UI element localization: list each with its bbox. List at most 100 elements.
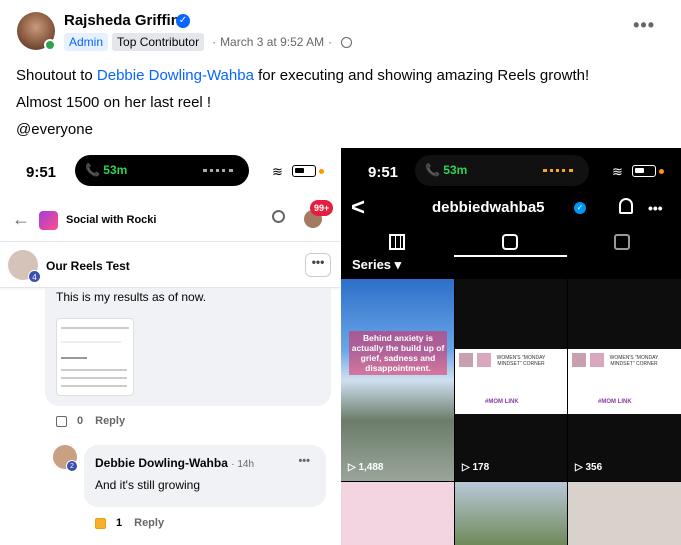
flyer-photo	[459, 353, 473, 367]
reel-tile[interactable]	[341, 482, 454, 545]
grid-tab-icon[interactable]	[389, 234, 405, 250]
flyer-photo	[572, 353, 586, 367]
wifi-icon: ≋	[272, 164, 283, 179]
reel-view-count: ▷ 178	[462, 462, 490, 473]
dynamic-island: 📞 53m	[415, 155, 589, 186]
post-line-1: Shoutout to Debbie Dowling-Wahba for exe…	[16, 62, 589, 89]
status-time: 9:51	[26, 164, 57, 181]
reply-bubble: Debbie Dowling-Wahba · 14h ••• And it's …	[84, 445, 326, 507]
results-thumbnail[interactable]	[56, 318, 134, 396]
post-line-1-suffix: for executing and showing amazing Reels …	[253, 67, 590, 84]
comment-like-count: 0	[77, 415, 84, 427]
mic-indicator-icon	[659, 169, 664, 174]
status-time: 9:51	[368, 164, 399, 181]
reel-tile[interactable]	[455, 482, 567, 545]
profile-username: debbiedwahba5	[432, 199, 545, 216]
group-name[interactable]: Social with Rocki	[66, 214, 156, 226]
bell-icon[interactable]	[619, 198, 633, 214]
call-time: 53m	[443, 163, 468, 177]
right-screenshot[interactable]: 9:51 📞 53m ≋ < debbiedwahba5 ✓ ••• Serie…	[341, 148, 681, 545]
thumbnail-line	[61, 385, 127, 387]
reel-tile[interactable]: Behind anxiety is actually the build up …	[341, 279, 454, 481]
battery-icon	[292, 165, 316, 177]
thumbnail-line	[61, 327, 129, 329]
admin-badge: Admin	[64, 33, 109, 51]
post-body: Shoutout to Debbie Dowling-Wahba for exe…	[16, 62, 589, 143]
back-arrow-icon[interactable]: <	[351, 194, 365, 222]
reel-tile[interactable]: WOMEN'S "MONDAY MINDSET" CORNER #MOM LIN…	[568, 279, 681, 481]
group-icon	[39, 211, 58, 230]
thumbnail-line	[61, 341, 121, 343]
reply-author[interactable]: Debbie Dowling-Wahba	[95, 456, 228, 470]
reel-tile[interactable]: WOMEN'S "MONDAY MINDSET" CORNER #MOM LIN…	[455, 279, 567, 481]
flyer-logo: #MOM LINK	[598, 399, 632, 405]
verified-badge-icon: ✓	[574, 202, 586, 214]
post-header: Rajsheda Griffin ✓ Admin Top Contributor…	[0, 0, 681, 56]
reply-text: And it's still growing	[95, 478, 200, 492]
mic-indicator-icon	[319, 169, 324, 174]
like-thumb-icon[interactable]	[56, 415, 67, 427]
thumbnail-line	[61, 357, 87, 359]
active-tab-indicator	[454, 255, 567, 257]
flyer-graphic: WOMEN'S "MONDAY MINDSET" CORNER #MOM LIN…	[455, 349, 567, 414]
reply-more-button[interactable]: •••	[298, 455, 310, 467]
thread-avatar-badge: 4	[28, 270, 41, 283]
left-screenshot[interactable]: 9:51 📞 53m ≋ ← Social with Rocki 99+ 4 O…	[0, 148, 340, 545]
profile-more-button[interactable]: •••	[648, 200, 663, 216]
like-thumb-icon[interactable]	[95, 517, 106, 529]
tagged-tab-icon[interactable]	[614, 234, 630, 250]
comment-actions: 0 Reply	[56, 415, 125, 427]
reel-view-count: ▷ 356	[575, 462, 603, 473]
post-meta: Admin Top Contributor · March 3 at 9:52 …	[64, 32, 353, 52]
thumbnail-line	[61, 377, 127, 379]
author-name[interactable]: Rajsheda Griffin	[64, 12, 180, 29]
post-more-button[interactable]: •••	[633, 16, 655, 34]
reply-author-line: Debbie Dowling-Wahba · 14h	[95, 456, 254, 470]
reply-actions: 1 Reply	[95, 517, 164, 529]
verified-badge-icon: ✓	[176, 14, 190, 28]
reel-view-count: ▷ 1,488	[348, 462, 384, 473]
audience-icon[interactable]	[341, 36, 353, 48]
reply-time: · 14h	[231, 459, 255, 470]
reply-avatar-badge: 2	[66, 460, 78, 472]
comment-bubble: This is my results as of now.	[45, 288, 331, 406]
call-time: 53m	[103, 163, 128, 177]
flyer-title: WOMEN'S "MONDAY MINDSET" CORNER	[609, 355, 659, 367]
reel-tile[interactable]	[568, 482, 681, 545]
dynamic-island: 📞 53m	[75, 155, 249, 186]
post-timestamp[interactable]: March 3 at 9:52 AM	[220, 35, 324, 49]
reel-caption: Behind anxiety is actually the build up …	[349, 331, 447, 375]
comment-text: This is my results as of now.	[56, 290, 207, 304]
back-arrow-icon[interactable]: ←	[12, 209, 30, 230]
thread-header: 4 Our Reels Test •••	[0, 243, 340, 288]
post-line-3: @everyone	[16, 121, 93, 138]
flyer-title: WOMEN'S "MONDAY MINDSET" CORNER	[496, 355, 546, 367]
reply-like-count: 1	[116, 517, 123, 529]
thumbnail-line	[61, 369, 127, 371]
meta-separator: ·	[212, 35, 217, 49]
reply-reply-link[interactable]: Reply	[134, 517, 164, 529]
waveform-icon	[543, 169, 573, 172]
image-collage[interactable]: 9:51 📞 53m ≋ ← Social with Rocki 99+ 4 O…	[0, 148, 681, 545]
series-dropdown[interactable]: Series ▾	[352, 257, 401, 273]
thread-title: Our Reels Test	[46, 259, 130, 273]
flyer-logo: #MOM LINK	[485, 399, 519, 405]
flyer-photo	[590, 353, 604, 367]
top-contributor-badge: Top Contributor	[112, 33, 205, 51]
flyer-photo	[477, 353, 491, 367]
search-icon[interactable]	[272, 210, 285, 223]
flyer-graphic: WOMEN'S "MONDAY MINDSET" CORNER #MOM LIN…	[568, 349, 681, 414]
reels-tab-icon[interactable]	[502, 234, 518, 250]
online-status-dot	[44, 39, 56, 51]
group-nav-bar: ← Social with Rocki 99+	[0, 195, 340, 242]
thread-more-button[interactable]: •••	[305, 253, 331, 277]
post-line-1-prefix: Shoutout to	[16, 67, 97, 84]
comment-reply-link[interactable]: Reply	[95, 415, 125, 427]
post-line-2: Almost 1500 on her last reel !	[16, 94, 212, 111]
meta-separator: ·	[328, 35, 333, 49]
waveform-icon	[203, 169, 233, 172]
wifi-icon: ≋	[612, 164, 623, 179]
notification-badge: 99+	[310, 200, 334, 216]
mention-link[interactable]: Debbie Dowling-Wahba	[97, 67, 254, 84]
battery-icon	[632, 165, 656, 177]
